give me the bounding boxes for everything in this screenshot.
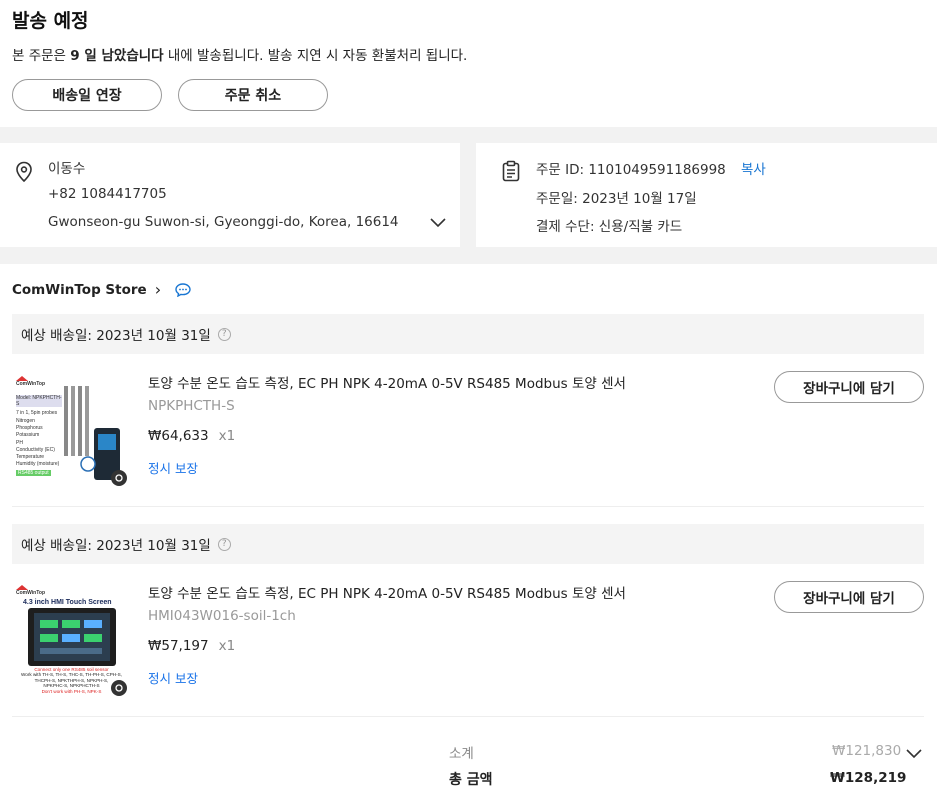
cancel-order-button[interactable]: 주문 취소: [178, 79, 328, 111]
page-title: 발송 예정: [12, 10, 89, 32]
product-title-link[interactable]: 토양 수분 온도 습도 측정, EC PH NPK 4-20mA 0-5V RS…: [148, 582, 626, 602]
thumb-model: Model: NPKPHCTH-S: [16, 395, 62, 407]
product-sku: NPKPHCTH-S: [148, 398, 235, 414]
chevron-down-icon[interactable]: [430, 216, 446, 232]
thumb-feature-list: Nitrogen Phosphorus Potassium PH Conduct…: [16, 418, 62, 468]
notice-prefix: 본 주문은: [12, 48, 71, 64]
order-id: 주문 ID: 1101049591186998: [536, 162, 726, 178]
thumb-feature: Conductivity (EC): [16, 446, 55, 453]
chevron-down-icon[interactable]: [906, 747, 922, 763]
chevron-right-icon[interactable]: ›: [155, 280, 161, 299]
help-icon[interactable]: ?: [217, 537, 231, 551]
item-divider: [12, 716, 924, 717]
thumb-heading: 7 in 1, 5pin probes: [16, 410, 58, 416]
item-divider: [12, 506, 924, 507]
chat-bubble-icon[interactable]: [175, 282, 191, 297]
payment-method: 결제 수단: 신용/직불 카드: [536, 219, 683, 235]
recipient-name: 이동수: [48, 161, 86, 177]
product-title-link[interactable]: 토양 수분 온도 습도 측정, EC PH NPK 4-20mA 0-5V RS…: [148, 372, 626, 392]
recipient-address: Gwonseon-gu Suwon-si, Gyeonggi-do, Korea…: [48, 214, 399, 230]
copy-order-id-link[interactable]: 복사: [741, 158, 766, 178]
thumb-feature: Phosphorus: [16, 425, 43, 432]
order-date: 주문일: 2023년 10월 17일: [536, 191, 697, 207]
on-time-guarantee-link[interactable]: 정시 보장: [148, 668, 198, 687]
add-to-cart-button[interactable]: 장바구니에 담기: [774, 581, 924, 613]
on-time-guarantee-link[interactable]: 정시 보장: [148, 458, 198, 477]
product-quantity: x1: [218, 638, 236, 654]
store-name-link[interactable]: ComWinTop Store: [12, 282, 147, 298]
thumbnail-text: ComWinTop Model: NPKPHCTH-S 7 in 1, 5pin…: [16, 381, 62, 477]
total-label: 총 금액: [449, 772, 493, 788]
product-thumbnail[interactable]: ComWinTop 4.3 inch HMI Touch Screen Conn…: [14, 582, 129, 697]
thumb-brand: ComWinTop: [16, 381, 46, 387]
estimated-delivery-date: 예상 배송일: 2023년 10월 31일: [21, 538, 211, 554]
subtotal-label: 소계: [449, 746, 474, 762]
address-card: 이동수 +82 1084417705 Gwonseon-gu Suwon-si,…: [0, 143, 460, 247]
thumb-notes: Connect only one RS485 soil sensor Work …: [14, 667, 129, 694]
subtotal-value: ₩121,830: [832, 743, 902, 759]
extend-delivery-button[interactable]: 배송일 연장: [12, 79, 162, 111]
recipient-phone: +82 1084417705: [48, 186, 167, 202]
estimated-delivery-bar: 예상 배송일: 2023년 10월 31일 ?: [12, 524, 924, 564]
product-price-row: ₩57,197 x1: [148, 638, 235, 654]
total-value: ₩128,219: [830, 770, 907, 786]
product-sku: HMI043W016-soil-1ch: [148, 608, 296, 624]
shipping-notice: 본 주문은 9 일 남았습니다 내에 발송됩니다. 발송 지연 시 자동 환불처…: [12, 44, 467, 64]
location-pin-icon: [14, 161, 34, 187]
product-price: ₩57,197: [148, 638, 209, 654]
product-thumbnail[interactable]: ComWinTop Model: NPKPHCTH-S 7 in 1, 5pin…: [14, 372, 129, 487]
thumb-feature: Nitrogen: [16, 418, 35, 424]
estimated-delivery-bar: 예상 배송일: 2023년 10월 31일 ?: [12, 314, 924, 354]
order-info-card: 주문 ID: 1101049591186998 복사 주문일: 2023년 10…: [476, 143, 937, 247]
thumb-brand: ComWinTop: [16, 590, 46, 596]
thumb-heading: 4.3 inch HMI Touch Screen: [23, 599, 112, 606]
notice-days-left: 9 일 남았습니다: [70, 48, 164, 64]
store-header: ComWinTop Store ›: [12, 280, 191, 299]
add-to-cart-button[interactable]: 장바구니에 담기: [774, 371, 924, 403]
thumb-feature: PH: [16, 439, 23, 446]
product-quantity: x1: [218, 428, 236, 444]
product-price-row: ₩64,633 x1: [148, 428, 235, 444]
thumb-feature: Temperature: [16, 454, 45, 461]
thumb-note: Don't work with PH-S, NPK-S: [41, 688, 102, 694]
notice-suffix: 내에 발송됩니다. 발송 지연 시 자동 환불처리 됩니다.: [163, 48, 468, 64]
thumb-output: RS485 output: [16, 470, 51, 477]
thumb-feature: Potassium: [16, 432, 40, 439]
help-icon[interactable]: ?: [217, 327, 231, 341]
product-price: ₩64,633: [148, 428, 209, 444]
clipboard-icon: [501, 160, 521, 186]
thumb-feature: Humidity (moisture): [16, 461, 60, 468]
estimated-delivery-date: 예상 배송일: 2023년 10월 31일: [21, 328, 211, 344]
